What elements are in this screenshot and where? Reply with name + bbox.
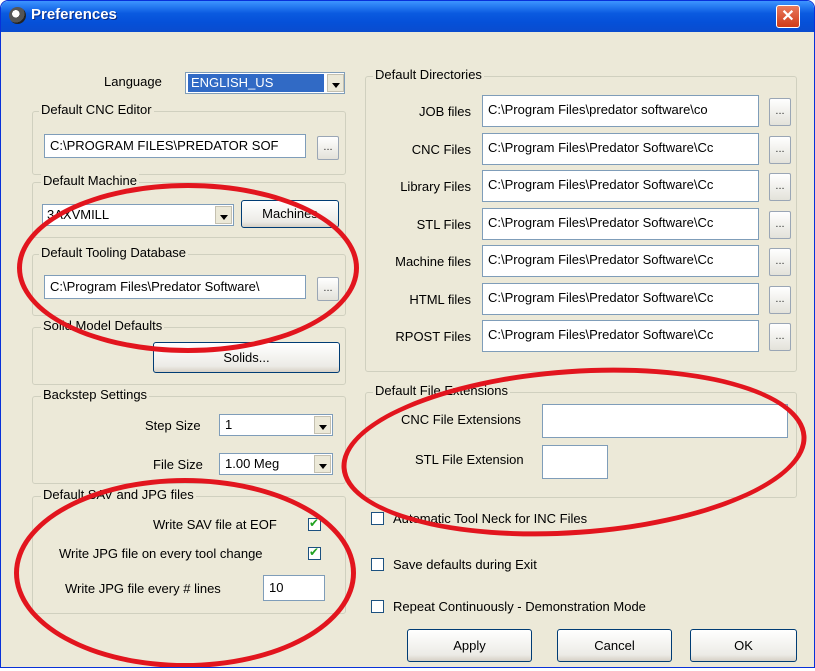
backstep-legend: Backstep Settings	[41, 387, 150, 402]
file-size-select[interactable]: 1.00 Meg	[219, 453, 333, 475]
preferences-dialog: Preferences ✕ Language ENGLISH_US Defaul…	[0, 0, 815, 668]
ok-button[interactable]: OK	[690, 629, 797, 662]
cancel-button[interactable]: Cancel	[557, 629, 672, 662]
cnc-editor-path[interactable]: C:\PROGRAM FILES\PREDATOR SOF	[44, 134, 306, 158]
dir-path-0[interactable]: C:\Program Files\predator software\co	[482, 95, 759, 127]
dir-label-3: STL Files	[416, 217, 471, 232]
dir-label-4: Machine files	[395, 254, 471, 269]
language-value: ENGLISH_US	[188, 74, 324, 92]
chevron-down-icon[interactable]	[314, 416, 331, 434]
cnc-editor-legend: Default CNC Editor	[39, 102, 154, 117]
title-bar[interactable]	[1, 1, 814, 32]
close-icon: ✕	[781, 8, 795, 25]
save-defaults-label: Save defaults during Exit	[393, 557, 537, 572]
dir-browse-button-5[interactable]: ...	[769, 286, 791, 314]
dir-browse-button-6[interactable]: ...	[769, 323, 791, 351]
language-label: Language	[104, 74, 162, 89]
dir-path-2[interactable]: C:\Program Files\Predator Software\Cc	[482, 170, 759, 202]
annotation-ellipse-machine-tooling	[17, 183, 359, 353]
dir-browse-button-0[interactable]: ...	[769, 98, 791, 126]
dir-browse-button-3[interactable]: ...	[769, 211, 791, 239]
directories-legend: Default Directories	[373, 67, 484, 82]
apply-button[interactable]: Apply	[407, 629, 532, 662]
dir-label-2: Library Files	[400, 179, 471, 194]
file-size-label: File Size	[153, 457, 203, 472]
dir-browse-button-4[interactable]: ...	[769, 248, 791, 276]
dir-path-5[interactable]: C:\Program Files\Predator Software\Cc	[482, 283, 759, 315]
chevron-down-icon[interactable]	[314, 455, 331, 473]
dir-browse-button-1[interactable]: ...	[769, 136, 791, 164]
close-button[interactable]: ✕	[776, 5, 800, 28]
dir-path-1[interactable]: C:\Program Files\Predator Software\Cc	[482, 133, 759, 165]
step-size-label: Step Size	[145, 418, 201, 433]
dir-browse-button-2[interactable]: ...	[769, 173, 791, 201]
window-title: Preferences	[31, 6, 117, 23]
app-icon	[9, 7, 26, 24]
save-defaults-checkbox[interactable]	[371, 558, 384, 571]
step-size-value: 1	[225, 417, 233, 432]
dir-label-1: CNC Files	[411, 142, 471, 157]
dir-path-3[interactable]: C:\Program Files\Predator Software\Cc	[482, 208, 759, 240]
step-size-select[interactable]: 1	[219, 414, 333, 436]
annotation-ellipse-sav-jpg	[14, 478, 356, 667]
chevron-down-icon[interactable]	[327, 74, 344, 92]
cnc-editor-browse-button[interactable]: ...	[317, 136, 339, 160]
file-size-value: 1.00 Meg	[225, 456, 280, 471]
language-select[interactable]: ENGLISH_US	[185, 72, 345, 94]
dir-label-0: JOB files	[418, 104, 471, 119]
dir-path-4[interactable]: C:\Program Files\Predator Software\Cc	[482, 245, 759, 277]
repeat-label: Repeat Continuously - Demonstration Mode	[393, 599, 646, 614]
repeat-checkbox[interactable]	[371, 600, 384, 613]
dir-label-6: RPOST Files	[395, 329, 471, 344]
tool-neck-checkbox[interactable]	[371, 512, 384, 525]
dir-path-6[interactable]: C:\Program Files\Predator Software\Cc	[482, 320, 759, 352]
dir-label-5: HTML files	[409, 292, 471, 307]
machine-legend: Default Machine	[41, 173, 139, 188]
